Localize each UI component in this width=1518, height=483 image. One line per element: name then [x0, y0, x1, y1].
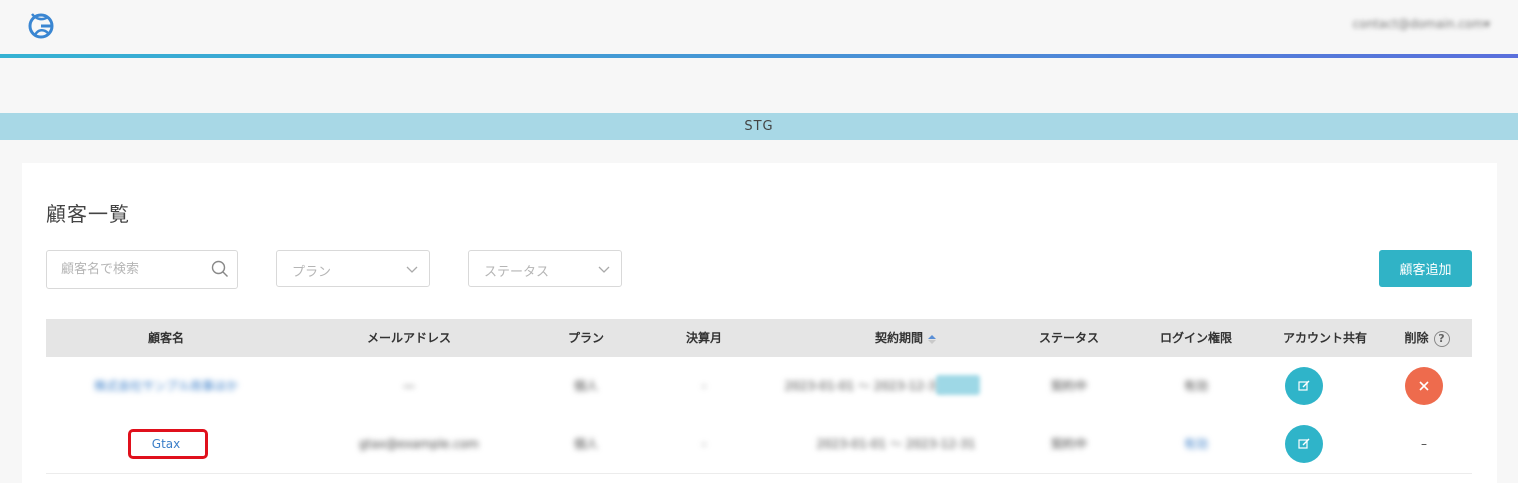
- column-header-contract-period[interactable]: 契約期間: [806, 319, 1006, 357]
- close-icon: [1419, 381, 1429, 391]
- edit-icon: [1298, 438, 1310, 449]
- plan-select-placeholder: プラン: [292, 265, 332, 280]
- edit-icon: [1298, 380, 1310, 391]
- header-divider: [0, 54, 1518, 58]
- customer-name-link[interactable]: 株式会社サンプル商事ほか: [66, 357, 266, 415]
- plan-select[interactable]: プラン: [276, 250, 430, 287]
- search-box: [46, 250, 238, 289]
- account-menu[interactable]: contact@domain.com▾: [1353, 17, 1490, 33]
- status-select[interactable]: ステータス: [468, 250, 622, 287]
- delete-button[interactable]: [1405, 367, 1443, 405]
- table-row: Gtax gtax@example.com 個人 - 2023-01-01 〜 …: [46, 415, 1472, 474]
- column-header-login: ログイン権限: [1159, 331, 1232, 345]
- status-select-placeholder: ステータス: [484, 265, 550, 280]
- column-header-delete-label: 削除: [1404, 331, 1429, 345]
- plan-cell: 個人: [573, 437, 598, 451]
- login-cell: 有効: [1183, 379, 1208, 393]
- column-header-delete: 削除?: [1391, 319, 1463, 357]
- logo-icon[interactable]: [24, 9, 58, 41]
- app-header: contact@domain.com▾: [0, 0, 1518, 55]
- search-icon[interactable]: [211, 260, 229, 278]
- email-cell: —: [403, 379, 415, 393]
- chevron-down-icon: [406, 266, 418, 273]
- account-share-edit-button[interactable]: [1285, 367, 1323, 405]
- add-customer-button[interactable]: 顧客追加: [1379, 250, 1472, 287]
- help-icon[interactable]: ?: [1433, 330, 1450, 347]
- column-header-customer-name: 顧客名: [147, 331, 184, 345]
- email-cell: gtax@example.com: [359, 437, 479, 451]
- column-header-status: ステータス: [1038, 331, 1099, 345]
- column-header-email: メールアドレス: [366, 331, 451, 345]
- closing-month-cell: -: [701, 379, 707, 393]
- column-header-contract-period-label: 契約期間: [874, 331, 923, 345]
- table-row: 株式会社サンプル商事ほか — 個人 - 2023-01-01 〜 2023-12…: [46, 357, 1472, 416]
- contract-period-cell: 2023-01-01 〜 2023-12-31: [816, 437, 976, 451]
- login-cell[interactable]: 有効: [1156, 415, 1236, 473]
- highlight-box: [128, 429, 208, 459]
- status-cell: 契約中: [1050, 437, 1087, 451]
- closing-month-cell: -: [701, 437, 707, 451]
- table-header: 顧客名 メールアドレス プラン 決算月 契約期間 ステータス ログイン権限 アカ…: [46, 319, 1472, 357]
- chevron-down-icon: [598, 266, 610, 273]
- status-cell: 契約中: [1050, 379, 1087, 393]
- column-header-closing-month: 決算月: [685, 331, 722, 345]
- search-input[interactable]: [47, 251, 211, 288]
- plan-cell: 個人: [573, 379, 598, 393]
- contract-tag: [936, 375, 980, 395]
- sort-icon[interactable]: [927, 334, 937, 344]
- customer-list-card: 顧客一覧 プラン ステータス 顧客追加 顧客名 メールアドレス プラン 決算月 …: [22, 163, 1497, 483]
- account-share-edit-button[interactable]: [1285, 425, 1323, 463]
- environment-banner: STG: [0, 113, 1518, 140]
- column-header-account-share: アカウント共有: [1282, 331, 1367, 345]
- delete-cell: –: [1421, 437, 1427, 451]
- page-title: 顧客一覧: [46, 202, 130, 226]
- contract-period-cell: 2023-01-01 〜 2023-12-31: [784, 379, 944, 393]
- column-header-plan: プラン: [567, 331, 604, 345]
